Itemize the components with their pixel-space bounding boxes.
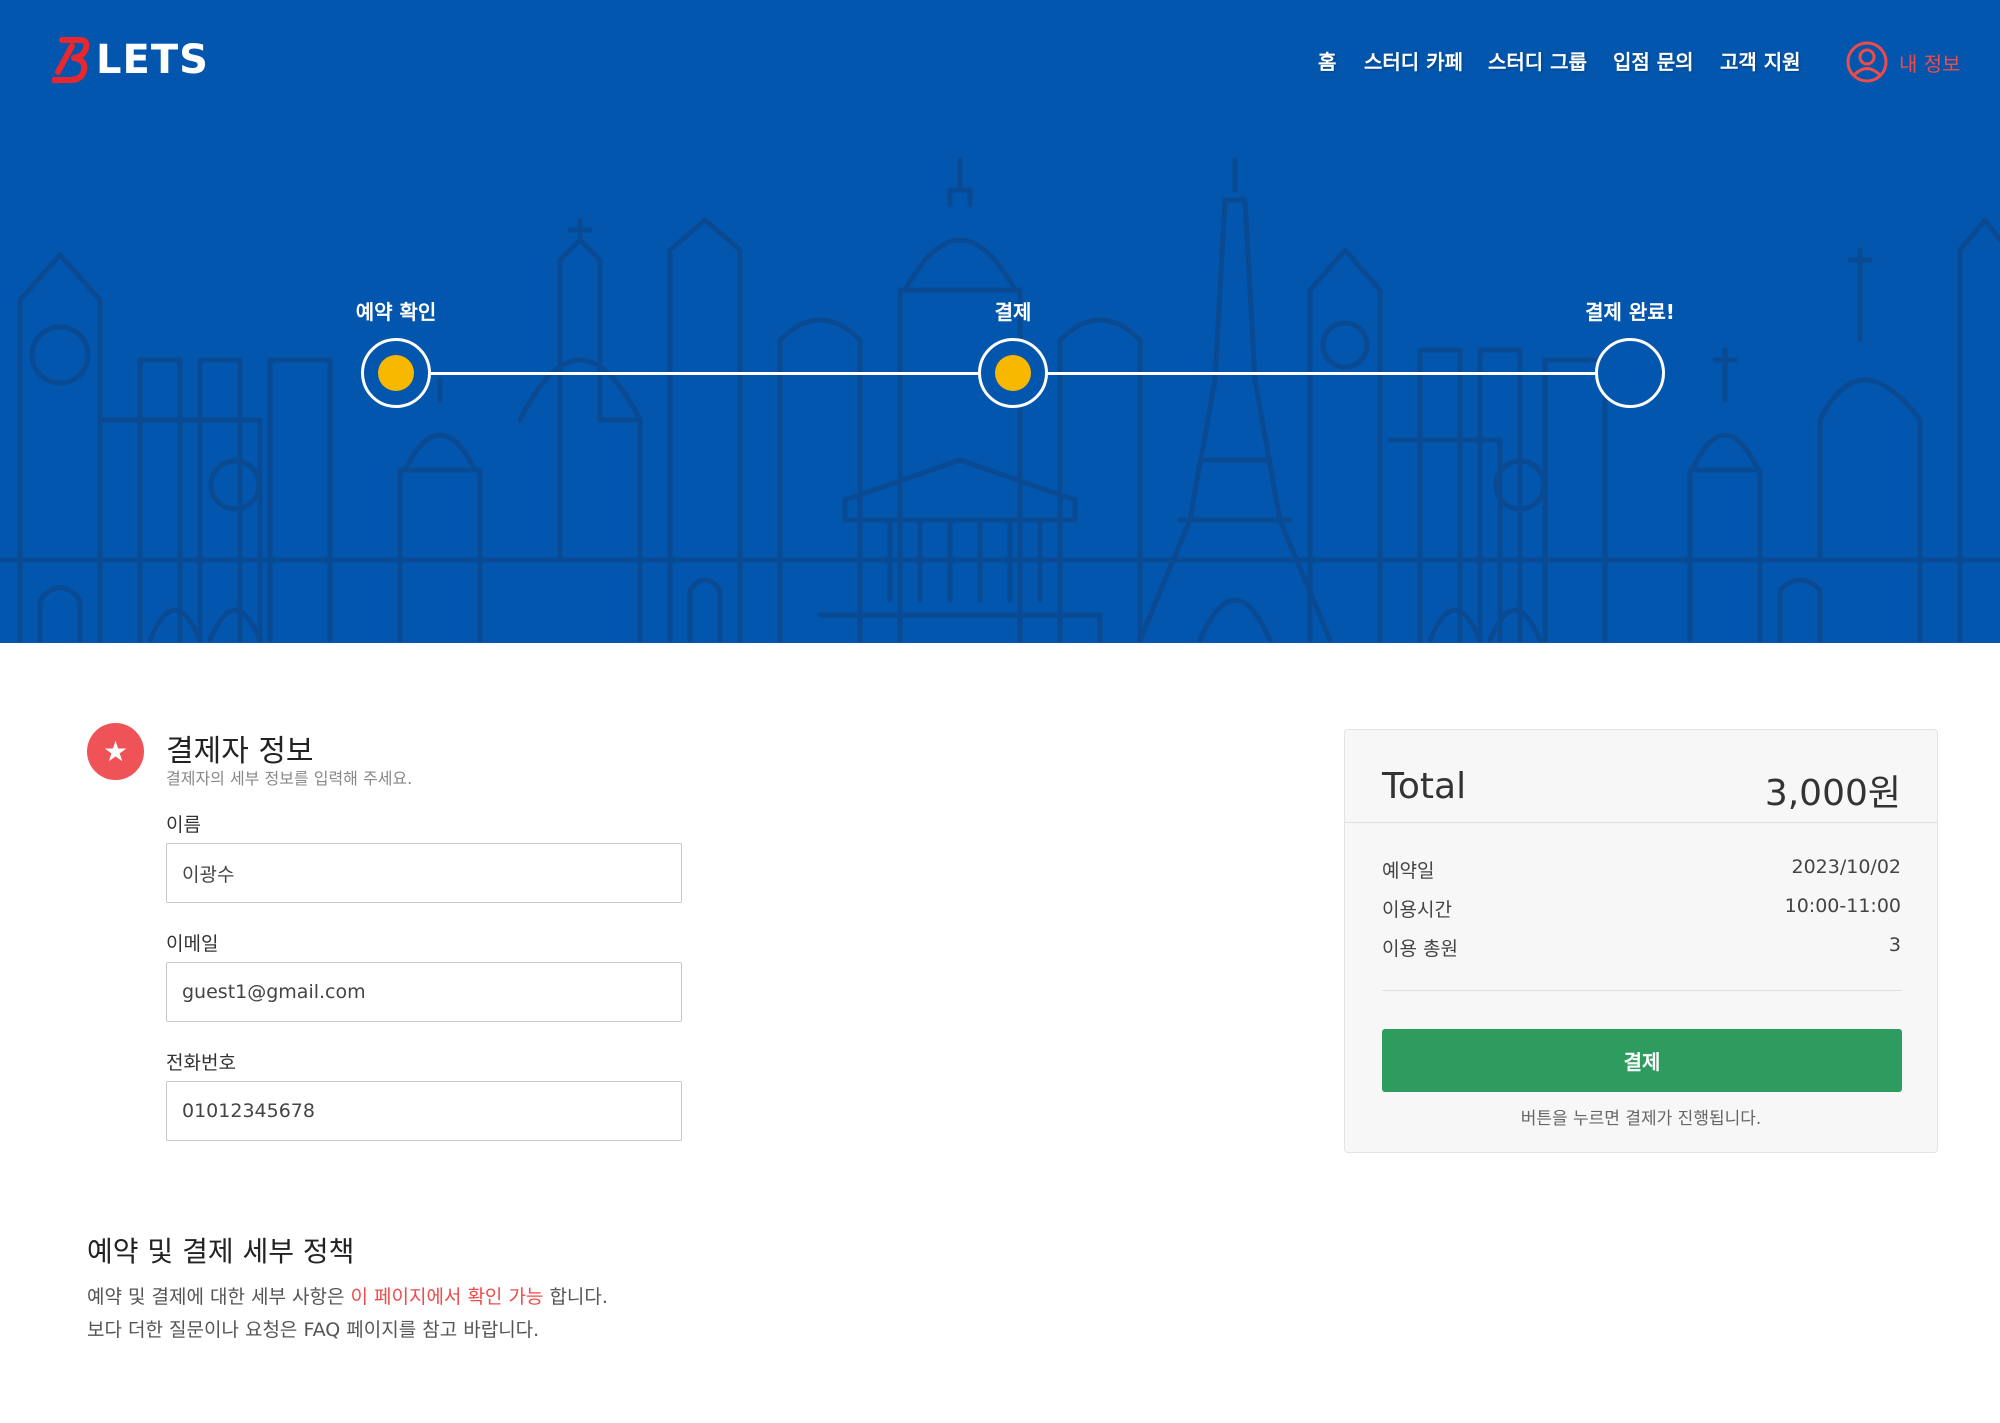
email-input[interactable] xyxy=(166,962,682,1022)
total-people-value: 3 xyxy=(1888,934,1901,956)
phone-label: 전화번호 xyxy=(166,1052,236,1074)
email-label: 이메일 xyxy=(166,933,219,955)
step-confirm-circle xyxy=(361,338,431,408)
reservation-date-label: 예약일 xyxy=(1382,860,1435,882)
payer-section-subtitle: 결제자의 세부 정보를 입력해 주세요. xyxy=(166,769,413,788)
pay-note: 버튼을 누르면 결제가 진행됩니다. xyxy=(1520,1109,1762,1129)
policy-text: 예약 및 결제에 대한 세부 사항은 xyxy=(87,1286,351,1308)
usage-time-value: 10:00-11:00 xyxy=(1784,895,1901,917)
usage-time-label: 이용시간 xyxy=(1382,899,1452,921)
step-connector xyxy=(430,372,978,375)
payer-section-title: 결제자 정보 xyxy=(166,734,314,769)
step-label-done: 결제 완료! xyxy=(1585,300,1675,324)
step-complete-dot xyxy=(378,355,414,391)
divider xyxy=(1345,822,1937,823)
total-value: 3,000원 xyxy=(1764,773,1901,814)
progress-stepper: 예약 확인 결제 결제 완료! xyxy=(0,0,2000,643)
phone-input[interactable] xyxy=(166,1081,682,1141)
policy-link[interactable]: 이 페이지에서 확인 가능 xyxy=(350,1286,543,1308)
star-icon: ★ xyxy=(87,723,144,780)
step-label-confirm: 예약 확인 xyxy=(355,300,437,324)
hero-banner: LETS 홈 스터디 카페 스터디 그룹 입점 문의 고객 지원 내 정보 예약… xyxy=(0,0,2000,643)
pay-button[interactable]: 결제 xyxy=(1382,1029,1902,1092)
name-label: 이름 xyxy=(166,814,201,836)
divider xyxy=(1382,990,1902,991)
policy-line-2: 보다 더한 질문이나 요청은 FAQ 페이지를 참고 바랍니다. xyxy=(87,1319,540,1341)
step-done-circle xyxy=(1595,338,1665,408)
step-label-payment: 결제 xyxy=(994,300,1032,324)
step-complete-dot xyxy=(995,355,1031,391)
policy-text: 합니다. xyxy=(543,1286,608,1308)
reservation-date-value: 2023/10/02 xyxy=(1791,856,1901,878)
order-summary-card: Total 3,000원 예약일 2023/10/02 이용시간 10:00-1… xyxy=(1344,729,1938,1153)
policy-title: 예약 및 결제 세부 정책 xyxy=(87,1235,355,1268)
total-label: Total xyxy=(1382,766,1467,807)
total-people-label: 이용 총원 xyxy=(1382,938,1458,960)
step-payment-circle xyxy=(978,338,1048,408)
name-input[interactable] xyxy=(166,843,682,903)
policy-line-1: 예약 및 결제에 대한 세부 사항은 이 페이지에서 확인 가능 합니다. xyxy=(87,1282,608,1309)
step-connector xyxy=(1047,372,1595,375)
